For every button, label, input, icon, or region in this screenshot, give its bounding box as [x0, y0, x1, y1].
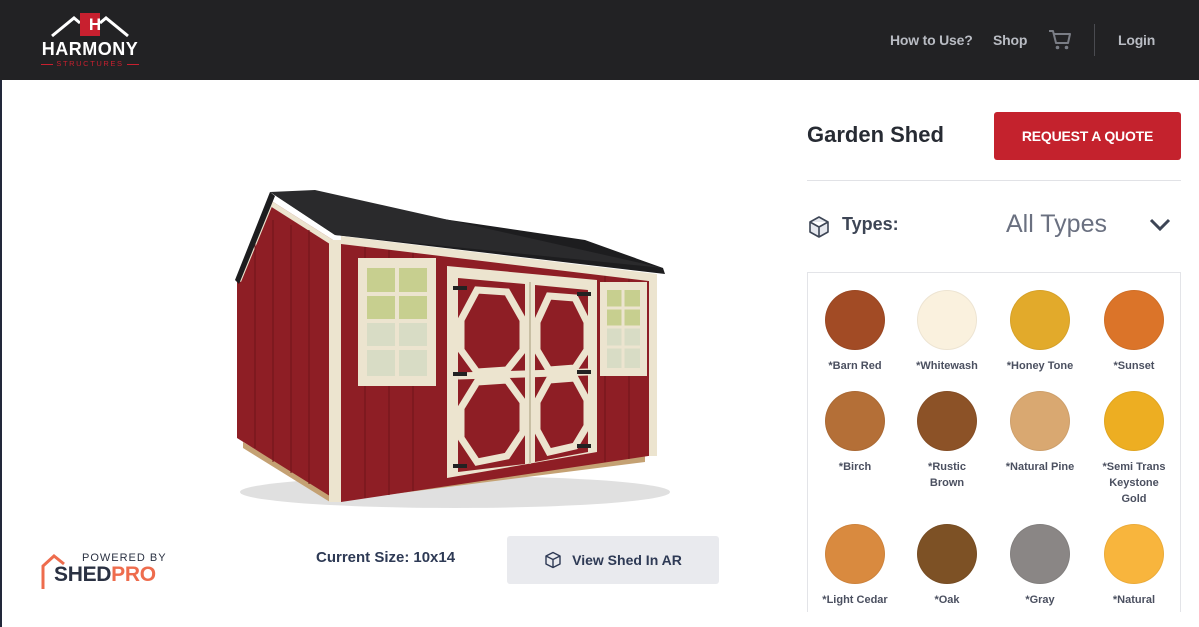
swatch-circle	[825, 391, 885, 451]
swatch-circle	[1010, 524, 1070, 584]
swatch-barn-red[interactable]: *Barn Red	[809, 290, 901, 374]
swatch-name: *Natural Pine	[1005, 461, 1075, 473]
current-size: Current Size: 10x14	[316, 549, 455, 566]
swatch-circle	[917, 391, 977, 451]
swatch-gray[interactable]: *Gray	[994, 524, 1086, 608]
swatch-name: *Barn Red	[828, 360, 882, 372]
nav-how-to-use[interactable]: How to Use?	[890, 32, 973, 48]
swatch-circle	[825, 524, 885, 584]
chevron-down-icon[interactable]	[1147, 214, 1173, 234]
powered-by-shedpro[interactable]: POWERED BY SHEDPRO	[40, 552, 170, 592]
nav-divider	[1094, 24, 1095, 56]
logo-subtitle: STRUCTURES	[36, 59, 144, 68]
shedpro-pro-text: PRO	[111, 563, 156, 586]
panel-divider	[807, 180, 1181, 181]
swatch-light-cedar[interactable]: *Light Cedar	[809, 524, 901, 608]
nav-shop[interactable]: Shop	[993, 32, 1027, 48]
cube-icon	[545, 551, 561, 569]
swatch-whitewash[interactable]: *Whitewash	[901, 290, 993, 374]
types-dropdown-value[interactable]: All Types	[1006, 210, 1107, 239]
cube-icon	[809, 216, 829, 238]
logo-mark-letter: H	[88, 15, 102, 34]
cart-icon[interactable]	[1048, 29, 1072, 51]
types-selector[interactable]: Types: All Types	[807, 206, 1181, 246]
swatch-circle	[1104, 290, 1164, 350]
swatch-natural-pine[interactable]: *Natural Pine	[994, 391, 1086, 475]
swatch-name: *Honey Tone	[1006, 360, 1074, 372]
swatch-circle	[917, 524, 977, 584]
swatch-circle	[917, 290, 977, 350]
view-in-ar-button[interactable]: View Shed In AR	[507, 536, 719, 584]
current-size-label: Current Size:	[316, 549, 410, 566]
swatch-name: *Oak	[934, 594, 960, 606]
color-swatch-grid: *Barn Red *Whitewash *Honey Tone *Sunset…	[807, 272, 1181, 612]
product-title: Garden Shed	[807, 122, 944, 147]
swatch-circle	[825, 290, 885, 350]
swatch-semi-trans-keystone-gold[interactable]: *Semi Trans Keystone Gold	[1088, 391, 1180, 507]
current-size-value: 10x14	[413, 549, 456, 566]
swatch-natural[interactable]: *Natural	[1088, 524, 1180, 608]
view-in-ar-label: View Shed In AR	[572, 552, 682, 568]
swatch-name: *Semi Trans Keystone Gold	[1102, 461, 1166, 505]
nav-login[interactable]: Login	[1118, 32, 1155, 48]
swatch-name: *Rustic Brown	[928, 461, 966, 489]
harmony-logo[interactable]: H HARMONY STRUCTURES	[36, 12, 144, 68]
shedpro-wordmark: SHEDPRO	[54, 563, 156, 587]
swatch-circle	[1010, 290, 1070, 350]
logo-wordmark: HARMONY	[41, 39, 139, 59]
swatch-honey-tone[interactable]: *Honey Tone	[994, 290, 1086, 374]
top-header: H HARMONY STRUCTURES How to Use? Shop Lo…	[0, 0, 1199, 80]
shed-3d-preview[interactable]	[225, 180, 675, 515]
shedpro-shed-text: SHED	[54, 563, 112, 586]
page-left-border	[0, 80, 2, 627]
swatch-name: *Gray	[1025, 594, 1055, 606]
swatch-name: *Birch	[838, 461, 872, 473]
swatch-name: *Natural	[1112, 594, 1156, 606]
swatch-circle	[1104, 391, 1164, 451]
swatch-circle	[1010, 391, 1070, 451]
swatch-sunset[interactable]: *Sunset	[1088, 290, 1180, 374]
types-label: Types:	[842, 214, 899, 234]
swatch-name: *Sunset	[1113, 360, 1155, 372]
swatch-birch[interactable]: *Birch	[809, 391, 901, 475]
swatch-circle	[1104, 524, 1164, 584]
swatch-rustic-brown[interactable]: *Rustic Brown	[901, 391, 993, 491]
swatch-name: *Whitewash	[916, 360, 978, 372]
swatch-oak[interactable]: *Oak	[901, 524, 993, 608]
swatch-name: *Light Cedar	[822, 594, 888, 606]
request-quote-button[interactable]: REQUEST A QUOTE	[994, 112, 1181, 160]
